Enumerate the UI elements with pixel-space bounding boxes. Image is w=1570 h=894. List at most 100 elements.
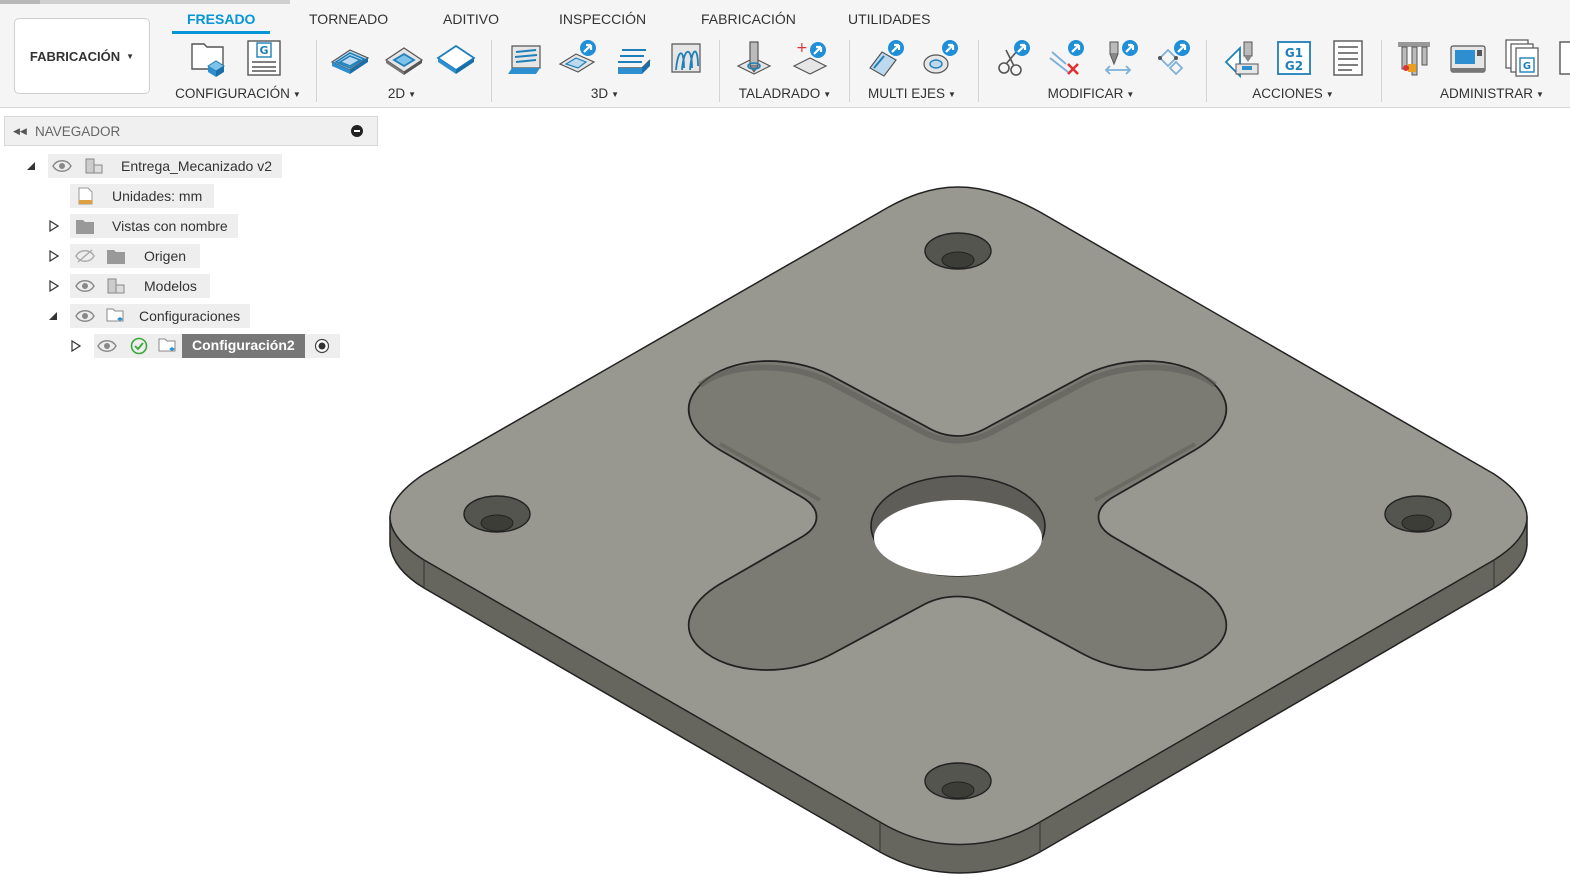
post-process-icon[interactable]: G1 G2	[1274, 38, 1314, 78]
group-modificar: MODIFICAR ▼	[986, 36, 1196, 104]
group-3d: 3D ▼	[498, 36, 712, 104]
tab-torneado[interactable]: TORNEADO	[309, 11, 388, 27]
separator	[978, 40, 979, 102]
2d-contour-icon[interactable]	[436, 38, 476, 78]
group-multi-ejes: MULTI EJES ▼	[856, 36, 968, 104]
trim-toolpath-icon[interactable]	[992, 38, 1032, 78]
setup2-label[interactable]: Configuración2	[182, 334, 305, 358]
delete-toolpath-icon[interactable]	[1046, 38, 1086, 78]
nc-program-icon[interactable]: G	[244, 38, 284, 78]
expanded-triangle-icon[interactable]	[48, 311, 58, 321]
g2-text: G2	[1285, 59, 1303, 73]
tree-node-root[interactable]: Entrega_Mecanizado v2	[0, 154, 380, 178]
active-setup-radio-icon[interactable]	[314, 338, 330, 354]
workspace-switcher[interactable]: FABRICACIÓN ▼	[14, 18, 150, 94]
origin-label: Origen	[144, 248, 187, 264]
multi-axis-swarf-icon[interactable]	[866, 38, 906, 78]
2d-adaptive-icon[interactable]	[330, 38, 370, 78]
separator	[849, 40, 850, 102]
title-strip-accent	[0, 0, 40, 4]
mounting-hole-bottom	[924, 762, 992, 800]
group-3d-label[interactable]: 3D ▼	[498, 86, 712, 101]
group-configuracion: G CONFIGURACIÓN ▼	[166, 36, 310, 104]
navigator-header: ◀◀ NAVEGADOR	[4, 116, 378, 146]
pattern-toolpath-icon[interactable]	[1152, 38, 1192, 78]
eye-hidden-icon[interactable]	[75, 247, 95, 265]
units-document-icon	[78, 187, 93, 205]
title-strip	[0, 0, 290, 4]
separator	[1206, 40, 1207, 102]
setup-sheet-icon[interactable]	[1328, 38, 1368, 78]
tab-fresado[interactable]: FRESADO	[187, 11, 255, 27]
3d-pocket-icon[interactable]	[558, 38, 598, 78]
tree-node-setups[interactable]: Configuraciones	[0, 304, 380, 328]
mounting-hole-right	[1384, 495, 1452, 533]
root-document-label: Entrega_Mecanizado v2	[121, 158, 272, 174]
2d-pocket-icon[interactable]	[384, 38, 424, 78]
tree-node-units[interactable]: Unidades: mm	[0, 184, 380, 208]
collapsed-triangle-icon[interactable]	[71, 340, 81, 352]
separator	[316, 40, 317, 102]
tab-inspeccion[interactable]: INSPECCIÓN	[559, 11, 646, 27]
expanded-triangle-icon[interactable]	[26, 161, 36, 171]
3d-steep-shallow-icon[interactable]	[614, 38, 654, 78]
group-administrar: G ADMINISTRAR ▼	[1388, 36, 1570, 104]
g1-text: G1	[1285, 46, 1303, 60]
navigator-title: NAVEGADOR	[35, 123, 121, 139]
group-taladrado: + TALADRADO ▼	[726, 36, 844, 104]
collapsed-triangle-icon[interactable]	[49, 280, 59, 292]
toolbar-ribbon: FABRICACIÓN ▼ FRESADO TORNEADO ADITIVO I…	[0, 0, 1570, 108]
minimize-icon[interactable]	[351, 125, 363, 137]
drill-icon[interactable]	[734, 38, 774, 78]
valid-check-icon	[130, 337, 148, 355]
collapse-panel-icon[interactable]: ◀◀	[13, 126, 27, 137]
simulate-icon[interactable]	[1222, 38, 1262, 78]
folder-icon	[107, 250, 125, 264]
hole-recognition-icon[interactable]: +	[790, 38, 830, 78]
3d-scallop-icon[interactable]	[666, 38, 706, 78]
template-library-icon[interactable]	[1556, 38, 1570, 78]
new-setup-icon[interactable]	[188, 38, 228, 78]
g-badge-text: G	[259, 44, 268, 57]
svg-text:+: +	[796, 40, 808, 56]
setups-folder-icon	[106, 308, 124, 322]
eye-icon[interactable]	[52, 157, 72, 175]
tree-node-named-views[interactable]: Vistas con nombre	[0, 214, 380, 238]
tab-aditivo[interactable]: ADITIVO	[443, 11, 499, 27]
units-label: Unidades: mm	[112, 188, 203, 204]
separator	[1381, 40, 1382, 102]
group-multi-ejes-label[interactable]: MULTI EJES ▼	[856, 86, 968, 101]
document-component-icon	[85, 158, 103, 174]
3d-adaptive-icon[interactable]	[506, 38, 546, 78]
collapsed-triangle-icon[interactable]	[49, 250, 59, 262]
move-toolpath-icon[interactable]	[1100, 38, 1140, 78]
group-acciones: G1 G2 ACCIONES ▼	[1214, 36, 1372, 104]
eye-icon[interactable]	[75, 307, 95, 325]
eye-icon[interactable]	[97, 337, 117, 355]
multi-axis-flow-icon[interactable]	[920, 38, 960, 78]
3d-viewport[interactable]	[380, 150, 1570, 894]
group-acciones-label[interactable]: ACCIONES ▼	[1214, 86, 1372, 101]
post-library-icon[interactable]: G	[1502, 38, 1542, 78]
machine-library-icon[interactable]	[1448, 38, 1488, 78]
separator	[719, 40, 720, 102]
mounting-hole-left	[463, 495, 531, 533]
group-configuracion-label[interactable]: CONFIGURACIÓN ▼	[166, 86, 310, 101]
tab-fabricacion[interactable]: FABRICACIÓN	[701, 11, 796, 27]
tree-node-setup2[interactable]: Configuración2	[0, 334, 380, 358]
group-modificar-label[interactable]: MODIFICAR ▼	[986, 86, 1196, 101]
collapsed-triangle-icon[interactable]	[49, 220, 59, 232]
tree-node-origin[interactable]: Origen	[0, 244, 380, 268]
tree-node-models[interactable]: Modelos	[0, 274, 380, 298]
group-2d-label[interactable]: 2D ▼	[322, 86, 482, 101]
group-taladrado-label[interactable]: TALADRADO ▼	[726, 86, 844, 101]
active-tab-indicator	[172, 31, 270, 34]
group-administrar-label[interactable]: ADMINISTRAR ▼	[1440, 86, 1570, 101]
folder-icon	[76, 220, 94, 234]
setups-label: Configuraciones	[139, 308, 241, 324]
eye-icon[interactable]	[75, 277, 95, 295]
models-label: Modelos	[144, 278, 197, 294]
caret-down-icon: ▼	[126, 51, 135, 61]
tab-utilidades[interactable]: UTILIDADES	[848, 11, 930, 27]
tool-library-icon[interactable]	[1394, 38, 1434, 78]
